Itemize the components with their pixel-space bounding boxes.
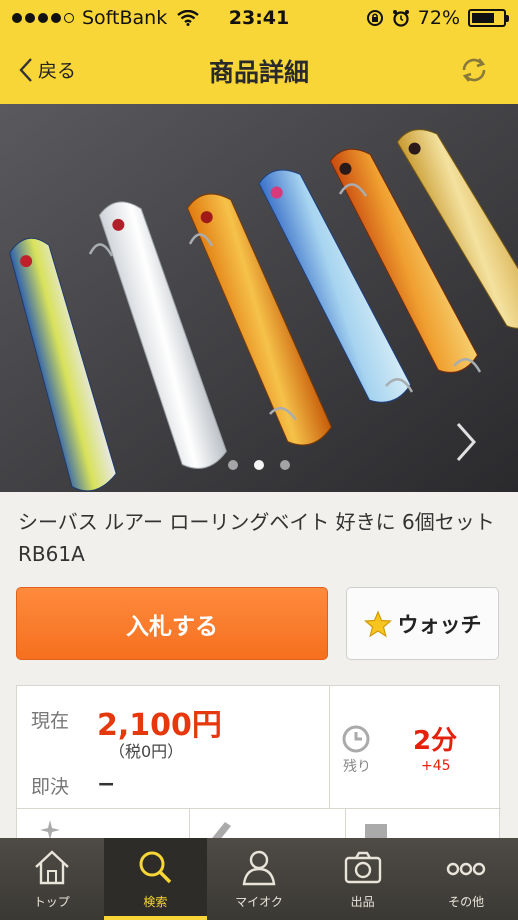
page-title: 商品詳細 — [208, 58, 309, 87]
pager-dot — [228, 460, 238, 470]
current-price-label: 現在 — [31, 710, 70, 732]
watch-button[interactable]: ウォッチ — [346, 587, 499, 660]
tab-label: トップ — [33, 895, 70, 909]
tab-label: 出品 — [350, 895, 375, 909]
tab-label: 検索 — [143, 895, 168, 909]
remaining-label: 残り — [343, 759, 371, 775]
divider — [329, 686, 330, 808]
bid-button[interactable]: 入札する — [16, 587, 328, 660]
person-icon — [242, 850, 276, 886]
buyout-value: − — [97, 772, 116, 797]
clock-icon — [342, 725, 370, 753]
item-title: シーバス ルアー ローリングベイト 好きに 6個セット RB61A — [18, 510, 495, 566]
buyout-label: 即決 — [31, 776, 70, 798]
tab-my-auction[interactable]: マイオク — [207, 838, 311, 920]
pager-dot — [254, 460, 264, 470]
alarm-icon — [392, 10, 409, 27]
carousel-pager — [0, 460, 518, 470]
tax-note: （税0円） — [109, 742, 184, 761]
refresh-icon[interactable] — [458, 54, 490, 86]
status-bar: SoftBank 23:41 72% — [0, 0, 518, 38]
tab-label: マイオク — [235, 895, 283, 909]
auction-info-panel: 現在 2,100円 （税0円） 即決 − 残り 2分 +45 — [16, 685, 501, 848]
tab-search[interactable]: 検索 — [103, 838, 208, 920]
tab-sell[interactable]: 出品 — [311, 838, 415, 920]
product-image-carousel[interactable] — [0, 104, 518, 492]
bid-count: +45 — [421, 758, 451, 774]
battery-percent: 72% — [417, 7, 460, 29]
rotation-lock-icon — [366, 10, 383, 26]
remaining-time: 2分 — [413, 726, 458, 756]
more-icon — [446, 862, 486, 876]
search-icon — [139, 851, 172, 884]
tab-label: その他 — [448, 895, 485, 909]
tab-bar: トップ 検索 マイオク 出品 その他 — [0, 838, 518, 920]
pager-dot — [280, 460, 290, 470]
camera-icon — [344, 851, 381, 884]
nav-bar: 戻る 商品詳細 — [0, 38, 518, 104]
battery-icon — [468, 9, 509, 27]
star-icon — [363, 609, 392, 637]
chevron-right-icon[interactable] — [454, 420, 478, 464]
home-icon — [34, 850, 69, 885]
product-photo — [0, 104, 518, 492]
divider — [17, 808, 501, 809]
tab-top[interactable]: トップ — [0, 838, 104, 920]
watch-label: ウォッチ — [397, 612, 482, 637]
tab-more[interactable]: その他 — [414, 838, 518, 920]
